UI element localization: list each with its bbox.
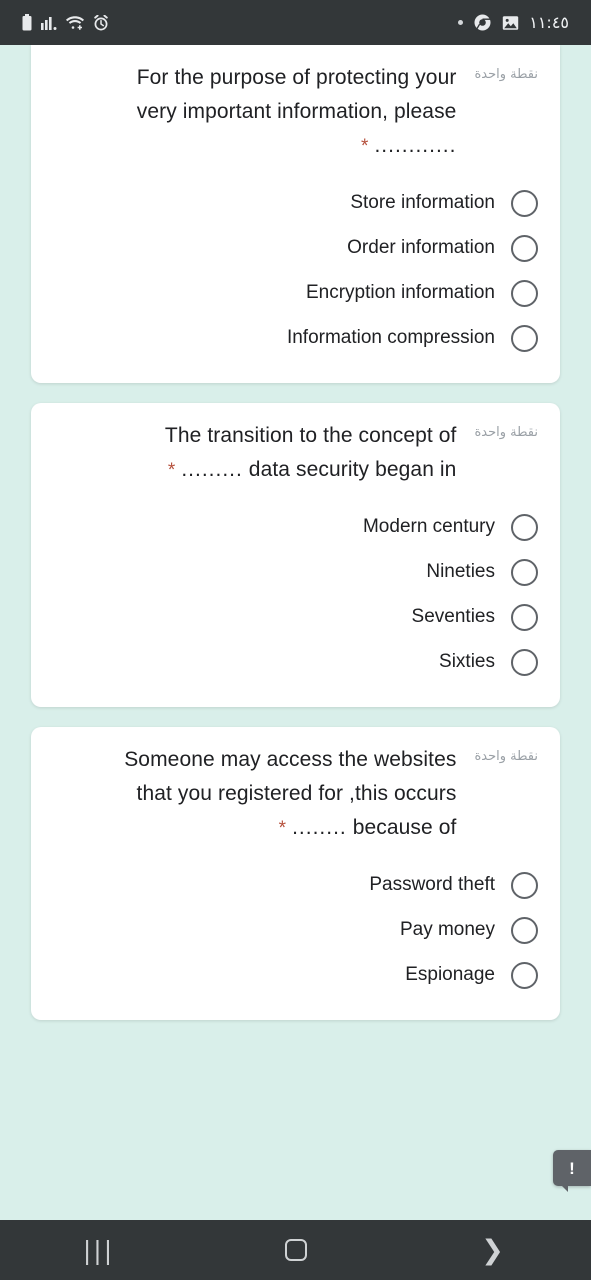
status-bar-clock: ١١:٤٥ [529,13,569,32]
wifi-icon [66,15,84,30]
radio-button-icon[interactable] [511,604,538,632]
radio-button-icon[interactable] [511,559,538,587]
option-row[interactable]: Modern century [53,505,538,550]
home-icon [284,1239,307,1261]
option-label: Encryption information [305,282,495,304]
option-label: Information compression [286,327,495,349]
option-label: Sixties [439,651,495,673]
question-2-options: Modern century Nineties Seventies Sixtie… [53,487,538,707]
question-2-header: نقطة واحدة The transition to the concept… [53,403,538,487]
question-2-line-1: The transition to the concept of [164,424,457,448]
option-label: Nineties [426,561,495,583]
question-1-header: نقطة واحدة For the purpose of protecting… [53,45,538,163]
recents-icon: ||| [82,1235,115,1265]
option-label: Modern century [362,516,495,538]
back-arrow-icon: ❯ [481,1234,504,1266]
option-label: Order information [347,237,495,259]
question-card-1: نقطة واحدة For the purpose of protecting… [31,45,560,384]
option-label: Password theft [369,874,495,896]
question-1-line-2: very important information, please [136,100,457,124]
back-button[interactable]: ❯ [394,1220,591,1280]
option-label: Pay money [399,919,495,941]
option-label: Store information [350,192,495,214]
question-3-required-star: * [278,818,287,840]
question-3-options: Password theft Pay money Espionage [53,845,538,1020]
notification-dot-icon [458,20,464,25]
question-1-line-1: For the purpose of protecting your [136,66,457,89]
question-2-required-star: * [167,460,176,482]
question-2-blank: ......... [181,458,243,482]
feedback-badge-glyph: ! [569,1158,575,1178]
home-button[interactable] [197,1220,394,1280]
question-3-points-label: نقطة واحدة [474,749,538,765]
question-3-line-3: because of [352,816,457,840]
question-1-options: Store information Order information Encr… [53,163,538,383]
status-bar-left-icons [22,14,109,31]
option-row[interactable]: Store information [53,181,538,226]
question-card-2: نقطة واحدة The transition to the concept… [31,403,560,708]
radio-button-icon[interactable] [511,235,538,263]
form-scroll-area[interactable]: نقطة واحدة For the purpose of protecting… [0,45,591,1220]
question-1-required-star: * [361,136,369,158]
option-row[interactable]: Pay money [53,908,538,953]
question-card-3: نقطة واحدة Someone may access the websit… [31,727,560,1021]
image-icon [502,15,519,31]
chrome-icon [474,14,491,31]
question-1-text: For the purpose of protecting your very … [53,61,457,163]
radio-button-icon[interactable] [511,280,538,308]
alarm-icon [93,14,109,31]
radio-button-icon[interactable] [511,649,538,677]
question-3-line-2: that you registered for ,this occurs [136,782,457,806]
option-row[interactable]: Espionage [53,953,538,998]
question-1-blank: ............ [374,134,457,158]
radio-button-icon[interactable] [511,325,538,353]
radio-button-icon[interactable] [511,514,538,542]
recents-button[interactable]: ||| [0,1220,197,1280]
radio-button-icon[interactable] [511,190,538,218]
question-3-text: Someone may access the websites that you… [53,743,456,845]
feedback-report-icon[interactable]: ! [553,1150,591,1192]
option-row[interactable]: Information compression [53,316,538,361]
radio-button-icon[interactable] [511,917,538,945]
option-row[interactable]: Order information [53,226,538,271]
question-1-points-label: نقطة واحدة [474,67,538,82]
option-label: Seventies [411,606,495,628]
option-row[interactable]: Encryption information [53,271,538,316]
signal-bars-icon [41,15,57,30]
question-2-text: The transition to the concept of * .....… [53,419,456,487]
status-bar: ١١:٤٥ [0,0,591,45]
question-3-line-1: Someone may access the websites [124,748,457,772]
android-navigation-bar: ||| ❯ [0,1220,591,1280]
option-row[interactable]: Password theft [53,863,538,908]
radio-button-icon[interactable] [511,872,538,900]
option-row[interactable]: Sixties [53,640,538,685]
option-row[interactable]: Seventies [53,595,538,640]
status-bar-right-icons [458,14,519,31]
question-2-points-label: نقطة واحدة [474,425,538,441]
question-3-blank: ........ [292,816,347,840]
radio-button-icon[interactable] [511,962,538,990]
option-label: Espionage [405,964,495,986]
question-2-line-2: data security began in [248,458,457,482]
question-3-header: نقطة واحدة Someone may access the websit… [53,727,538,845]
battery-icon [22,14,32,31]
option-row[interactable]: Nineties [53,550,538,595]
